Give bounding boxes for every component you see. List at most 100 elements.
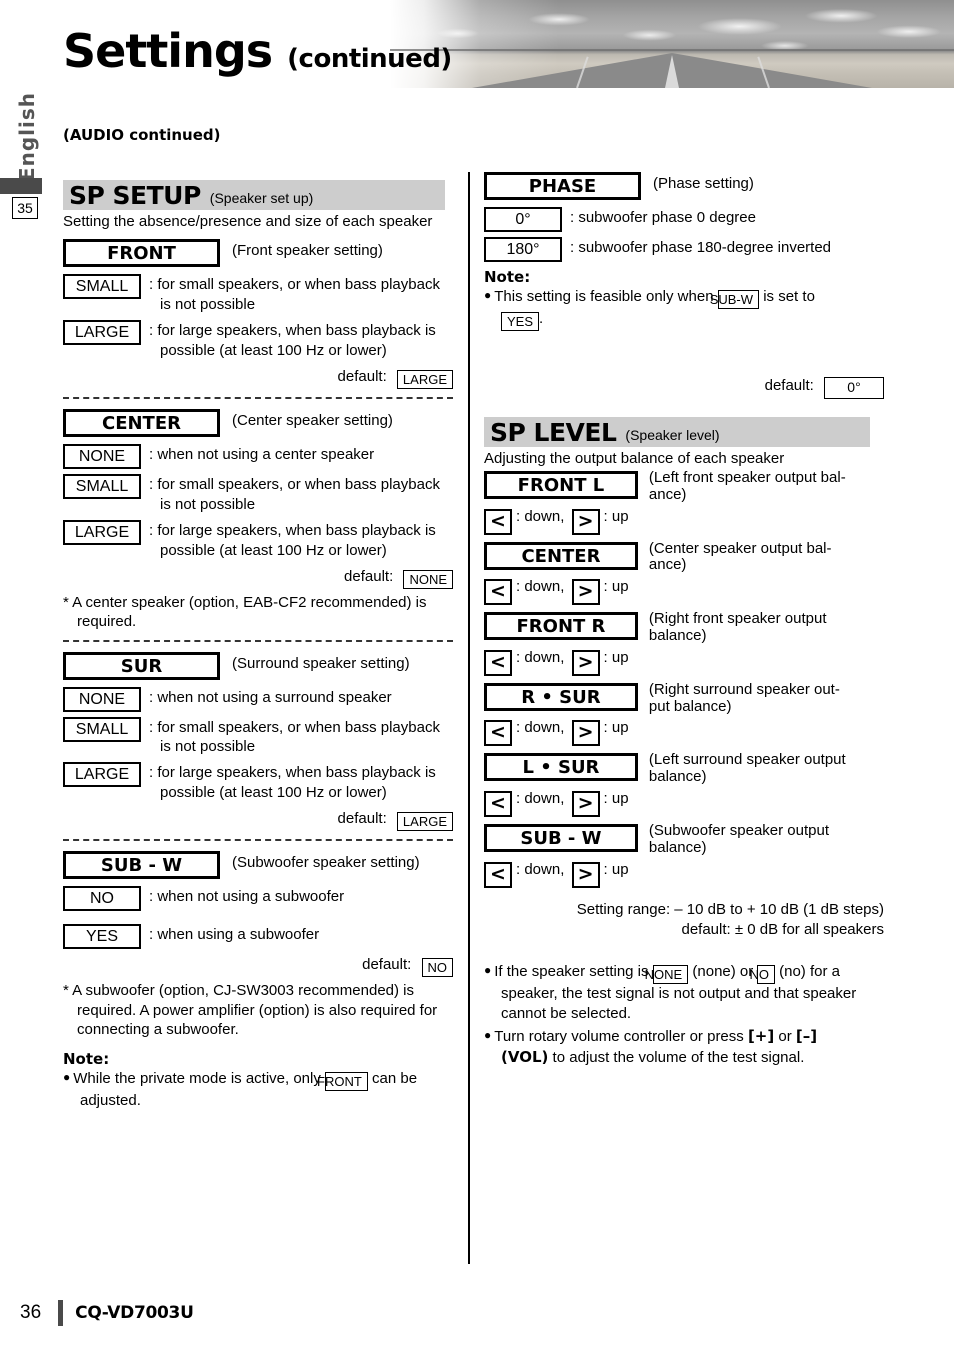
range-line-1: Setting range: – 10 dB to + 10 dB (1 dB … bbox=[576, 900, 884, 918]
setting-label-center[interactable]: CENTER bbox=[63, 408, 220, 437]
arrow-left-icon[interactable]: < bbox=[484, 579, 512, 606]
option-text-line2: possible (at least 100 Hz or lower) bbox=[160, 541, 387, 559]
level-label-front-l[interactable]: FRONT L bbox=[484, 471, 638, 499]
default-phase: default: 0° bbox=[484, 377, 884, 399]
setting-label-front[interactable]: FRONT bbox=[63, 239, 220, 267]
level-desc-line1: (Subwoofer speaker output bbox=[648, 821, 830, 839]
level-note-2: ● Turn rotary volume controller or press … bbox=[484, 1026, 884, 1069]
level-note1-line3: cannot be selected. bbox=[501, 1005, 632, 1023]
arrow-right-icon[interactable]: > bbox=[571, 861, 600, 888]
setting-subw[interactable]: SUB - W (Subwoofer speaker setting) bbox=[63, 851, 453, 880]
option-box-large[interactable]: LARGE bbox=[63, 762, 141, 788]
level-desc-line2: balance) bbox=[648, 838, 707, 856]
level-note2-plus-key: [+] bbox=[747, 1026, 775, 1045]
setting-label-phase[interactable]: PHASE bbox=[484, 172, 641, 200]
level-item-r-sur[interactable]: R • SUR (Right surround speaker out- put… bbox=[484, 681, 884, 716]
option-center-none[interactable]: NONE : when not using a center speaker bbox=[63, 443, 453, 469]
arrow-left-icon[interactable]: < bbox=[484, 649, 512, 676]
option-sur-small[interactable]: SMALL : for small speakers, or when bass… bbox=[63, 716, 453, 758]
setting-range: Setting range: – 10 dB to + 10 dB (1 dB … bbox=[484, 900, 884, 941]
level-label-center[interactable]: CENTER bbox=[484, 541, 638, 570]
arrow-right-icon[interactable]: > bbox=[571, 649, 600, 676]
level-item-center[interactable]: CENTER (Center speaker output bal- ance) bbox=[484, 540, 884, 575]
setting-front[interactable]: FRONT (Front speaker setting) bbox=[63, 239, 453, 267]
down-label: : down, bbox=[516, 648, 565, 666]
level-desc-r-sur: (Right surround speaker out- put balance… bbox=[649, 681, 884, 716]
arrow-right-icon[interactable]: > bbox=[571, 579, 600, 606]
arrow-left-icon[interactable]: < bbox=[484, 508, 512, 535]
level-item-l-sur[interactable]: L • SUR (Left surround speaker output ba… bbox=[484, 751, 884, 786]
star-note-center: * A center speaker (option, EAB-CF2 reco… bbox=[63, 593, 453, 632]
audio-continued-heading: (AUDIO continued) bbox=[63, 126, 221, 144]
arrow-left-icon[interactable]: < bbox=[484, 861, 512, 888]
option-box-small[interactable]: SMALL bbox=[63, 716, 141, 742]
star-note-text: * A center speaker (option, EAB-CF2 reco… bbox=[63, 593, 427, 631]
option-sur-none[interactable]: NONE : when not using a surround speaker bbox=[63, 686, 453, 712]
sp-setup-section-header: SP SETUP (Speaker set up) bbox=[63, 180, 445, 210]
level-desc-line2: balance) bbox=[648, 626, 707, 644]
setting-sur[interactable]: SUR (Surround speaker setting) bbox=[63, 651, 453, 680]
option-box-180deg[interactable]: 180° bbox=[484, 237, 562, 262]
option-front-small[interactable]: SMALL : for small speakers, or when bass… bbox=[63, 274, 453, 315]
arrow-left-icon[interactable]: < bbox=[484, 790, 512, 817]
option-text-small: : for small speakers, or when bass playb… bbox=[149, 718, 440, 758]
option-sur-large[interactable]: LARGE : for large speakers, when bass pl… bbox=[63, 762, 453, 803]
option-box-no[interactable]: NO bbox=[63, 886, 141, 912]
setting-label-subw[interactable]: SUB - W bbox=[63, 851, 220, 880]
default-sur: default: LARGE bbox=[63, 810, 453, 832]
option-box-small[interactable]: SMALL bbox=[63, 473, 141, 499]
option-front-large[interactable]: LARGE : for large speakers, when bass pl… bbox=[63, 319, 453, 361]
level-note1-box-no: NO bbox=[749, 965, 775, 985]
level-note2-line2-rest: to adjust the volume of the test signal. bbox=[552, 1048, 805, 1066]
down-label: : down, bbox=[516, 507, 565, 525]
level-desc-front-l: (Left front speaker output bal- ance) bbox=[648, 469, 884, 504]
option-center-large[interactable]: LARGE : for large speakers, when bass pl… bbox=[63, 519, 453, 561]
option-subw-no[interactable]: NO : when not using a subwoofer bbox=[63, 886, 453, 912]
sp-setup-description: Setting the absence/presence and size of… bbox=[63, 213, 433, 230]
arrow-right-icon[interactable]: > bbox=[571, 508, 600, 535]
level-label-sub-w[interactable]: SUB - W bbox=[484, 823, 638, 852]
setting-paren-sur: (Surround speaker setting) bbox=[232, 654, 410, 672]
range-line-2: default: ± 0 dB for all speakers bbox=[681, 920, 884, 938]
down-label: : down, bbox=[516, 860, 565, 878]
left-note-bullet: ● While the private mode is active, only … bbox=[63, 1069, 453, 1111]
level-arrows-r-sur: <: down, >: up bbox=[484, 719, 884, 747]
option-phase-0[interactable]: 0° : subwoofer phase 0 degree bbox=[484, 207, 884, 232]
setting-center[interactable]: CENTER (Center speaker setting) bbox=[63, 408, 453, 437]
option-phase-180[interactable]: 180° : subwoofer phase 180-degree invert… bbox=[484, 237, 884, 262]
level-label-l-sur[interactable]: L • SUR bbox=[484, 753, 638, 782]
option-box-large[interactable]: LARGE bbox=[63, 319, 141, 345]
level-desc-line2: ance) bbox=[648, 485, 687, 503]
level-note1-line2: speaker, the test signal is not output a… bbox=[501, 985, 857, 1003]
option-subw-yes[interactable]: YES : when using a subwoofer bbox=[63, 924, 453, 950]
option-text-line2: is not possible bbox=[160, 295, 256, 313]
page-number: 36 bbox=[20, 1302, 42, 1323]
option-box-small[interactable]: SMALL bbox=[63, 274, 141, 299]
level-label-front-r[interactable]: FRONT R bbox=[484, 612, 638, 641]
level-label-r-sur[interactable]: R • SUR bbox=[484, 682, 638, 711]
option-box-0deg[interactable]: 0° bbox=[484, 207, 562, 232]
level-item-sub-w[interactable]: SUB - W (Subwoofer speaker output balanc… bbox=[484, 821, 884, 857]
option-text-180deg: : subwoofer phase 180-degree inverted bbox=[570, 239, 832, 256]
phase-note-heading: Note: bbox=[484, 268, 531, 286]
option-center-small[interactable]: SMALL : for small speakers, or when bass… bbox=[63, 473, 453, 515]
option-box-yes[interactable]: YES bbox=[63, 924, 141, 950]
setting-label-sur[interactable]: SUR bbox=[63, 651, 220, 680]
default-value-front: LARGE bbox=[396, 369, 453, 389]
level-item-front-r[interactable]: FRONT R (Right front speaker output bala… bbox=[484, 610, 884, 645]
phase-note-bullet: ● This setting is feasible only when SUB-… bbox=[484, 287, 884, 331]
down-label: : down, bbox=[516, 789, 565, 807]
up-label: : up bbox=[603, 648, 629, 666]
page-footer: 36 CQ-VD7003U bbox=[20, 1300, 194, 1326]
level-desc-l-sur: (Left surround speaker output balance) bbox=[649, 751, 884, 786]
option-box-large[interactable]: LARGE bbox=[63, 519, 141, 545]
option-box-none[interactable]: NONE bbox=[63, 443, 141, 469]
arrow-right-icon[interactable]: > bbox=[571, 720, 600, 747]
divider-2 bbox=[63, 639, 453, 642]
setting-phase[interactable]: PHASE (Phase setting) bbox=[484, 172, 884, 200]
option-box-none[interactable]: NONE bbox=[63, 686, 141, 712]
arrow-left-icon[interactable]: < bbox=[484, 720, 512, 747]
level-note1-text1: If the speaker setting is bbox=[494, 963, 649, 981]
level-item-front-l[interactable]: FRONT L (Left front speaker output bal- … bbox=[484, 469, 884, 504]
arrow-right-icon[interactable]: > bbox=[571, 790, 600, 817]
